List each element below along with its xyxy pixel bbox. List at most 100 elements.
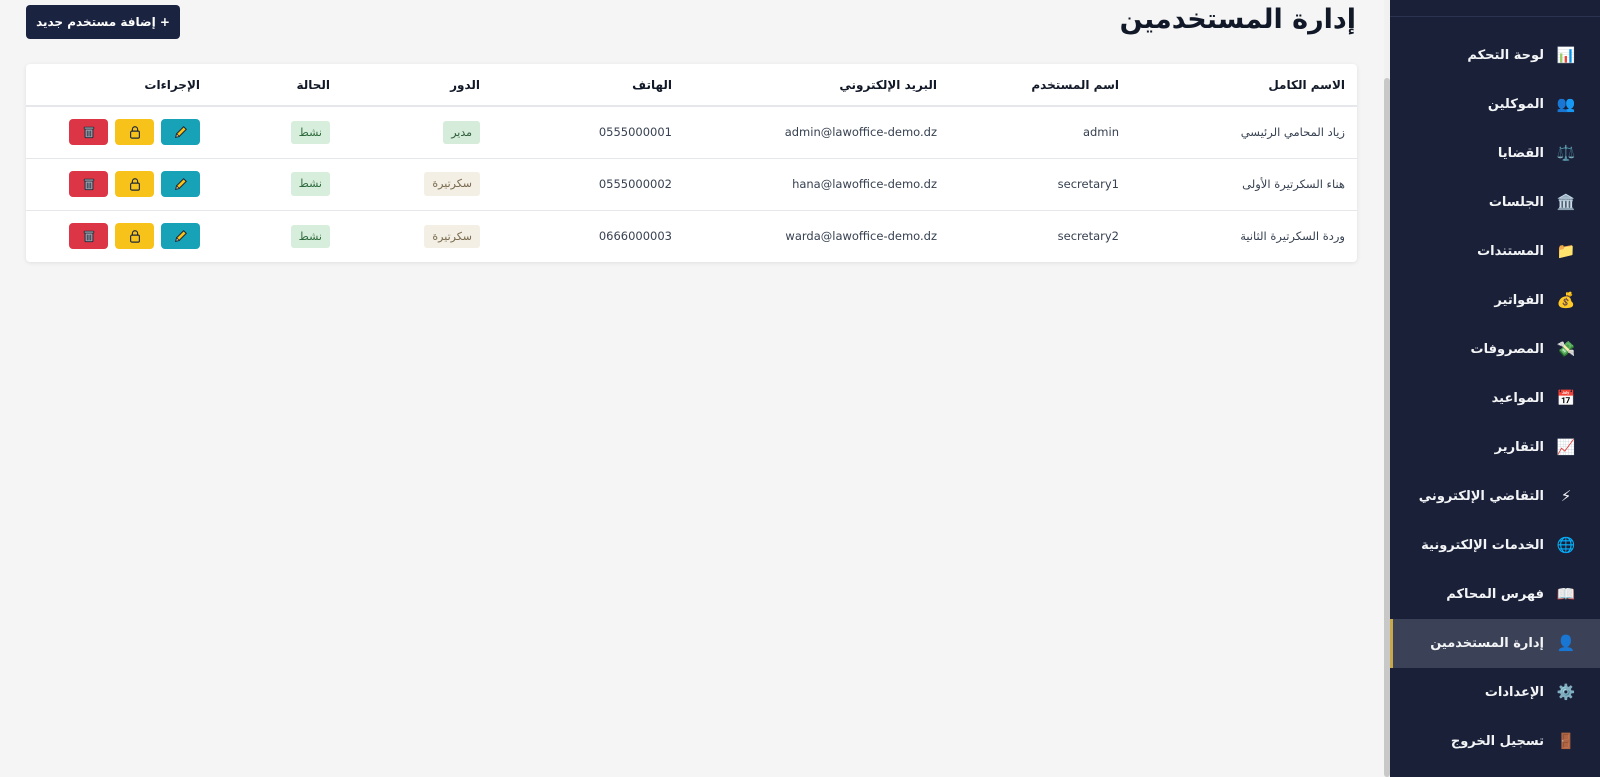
users-table: الاسم الكامل اسم المستخدم البريد الإلكتر… [26,64,1357,262]
role-badge: مدير [443,120,480,144]
cell-email: admin@lawoffice-demo.dz [684,106,949,159]
lock-user-button[interactable] [115,119,154,146]
header-status: الحالة [212,64,342,107]
sidebar-item-label: المصروفات [1470,342,1545,357]
pencil-icon [174,178,187,190]
delete-user-button[interactable] [69,223,108,250]
role-badge: سكرتيرة [424,224,480,248]
row-actions [38,119,200,146]
add-user-button[interactable]: + إضافة مستخدم جديد [26,5,180,39]
sidebar-item-label: فهرس المحاكم [1446,587,1544,602]
sidebar-item-label: التقارير [1494,440,1544,455]
sidebar-item-sessions[interactable]: 🏛️ الجلسات [1390,178,1600,227]
sidebar-item-logout[interactable]: 🚪 تسجيل الخروج [1390,717,1600,766]
row-actions [38,223,200,250]
cell-username: admin [949,106,1131,159]
header-phone: الهاتف [492,64,684,107]
money-bag-icon: 💰 [1556,291,1576,309]
lock-user-button[interactable] [115,223,154,250]
header-actions: الإجراءات [26,64,212,107]
sidebar-item-settings[interactable]: ⚙️ الإعدادات [1390,668,1600,717]
trash-icon [83,127,94,139]
globe-icon: 🌐 [1556,536,1576,554]
cell-status: نشط [212,106,342,159]
header-email: البريد الإلكتروني [684,64,949,107]
calendar-icon: 📅 [1556,389,1576,407]
pencil-icon [174,230,187,243]
cell-full-name: هناء السكرتيرة الأولى [1131,158,1357,211]
users-table-card: الاسم الكامل اسم المستخدم البريد الإلكتر… [26,64,1357,262]
cell-role: سكرتيرة [342,158,492,211]
cell-email: hana@lawoffice-demo.dz [684,158,949,211]
sidebar-item-clients[interactable]: 👥 الموكلين [1390,80,1600,129]
sidebar-item-label: الفواتير [1494,293,1544,308]
cell-status: نشط [212,158,342,211]
delete-user-button[interactable] [69,119,108,146]
sidebar-item-reports[interactable]: 📈 التقارير [1390,423,1600,472]
cell-actions [26,106,212,159]
sidebar-item-court-index[interactable]: 📖 فهرس المحاكم [1390,570,1600,619]
sidebar-item-documents[interactable]: 📁 المستندات [1390,227,1600,276]
sidebar-item-label: لوحة التحكم [1467,48,1544,63]
sidebar-item-appointments[interactable]: 📅 المواعيد [1390,374,1600,423]
lock-icon [129,126,140,139]
header-role: الدور [342,64,492,107]
edit-user-button[interactable] [161,171,200,197]
table-row: هناء السكرتيرة الأولى secretary1 hana@la… [26,158,1357,211]
delete-user-button[interactable] [69,171,108,197]
book-icon: 📖 [1556,585,1576,603]
trash-icon [83,231,94,243]
sidebar-item-label: الإعدادات [1484,685,1544,700]
sidebar-item-label: تسجيل الخروج [1450,734,1544,749]
lightning-icon: ⚡ [1560,487,1572,505]
folder-icon: 📁 [1556,242,1576,260]
status-badge: نشط [290,172,330,196]
table-row: زياد المحامي الرئيسي admin admin@lawoffi… [26,106,1357,159]
user-icon: 👤 [1556,634,1576,652]
money-wings-icon: 💸 [1556,340,1576,358]
sidebar-item-label: المستندات [1477,244,1544,259]
sidebar-item-e-litigation[interactable]: ⚡ التقاضي الإلكتروني [1390,472,1600,521]
courthouse-icon: 🏛️ [1556,193,1576,211]
sidebar-item-invoices[interactable]: 💰 الفواتير [1390,276,1600,325]
header-full-name: الاسم الكامل [1131,64,1357,107]
sidebar-item-cases[interactable]: ⚖️ القضايا [1390,129,1600,178]
sidebar-item-label: المواعيد [1491,391,1544,406]
main-content: إدارة المستخدمين + إضافة مستخدم جديد الا… [0,0,1384,777]
door-icon: 🚪 [1556,732,1576,750]
cell-status: نشط [212,210,342,262]
sidebar-item-label: إدارة المستخدمين [1430,636,1544,651]
lock-user-button[interactable] [115,171,154,197]
role-badge: سكرتيرة [424,172,480,196]
edit-user-button[interactable] [161,119,200,146]
cell-full-name: زياد المحامي الرئيسي [1131,106,1357,159]
page-title: إدارة المستخدمين [1119,4,1356,35]
cell-username: secretary1 [949,158,1131,211]
cell-actions [26,210,212,262]
clients-icon: 👥 [1556,95,1576,113]
header-username: اسم المستخدم [949,64,1131,107]
cell-actions [26,158,212,211]
row-actions [38,171,200,197]
edit-user-button[interactable] [161,223,200,250]
bar-chart-icon: 📊 [1556,46,1576,64]
sidebar-item-e-services[interactable]: 🌐 الخدمات الإلكترونية [1390,521,1600,570]
status-badge: نشط [290,120,330,144]
sidebar-item-expenses[interactable]: 💸 المصروفات [1390,325,1600,374]
pencil-icon [174,126,187,139]
sidebar-item-users[interactable]: 👤 إدارة المستخدمين [1390,619,1600,668]
sidebar-item-label: الموكلين [1487,97,1544,112]
trend-chart-icon: 📈 [1556,438,1576,456]
cell-full-name: وردة السكرتيرة الثانية [1240,229,1345,244]
sidebar-divider [1390,16,1600,17]
cell-role: مدير [342,106,492,159]
sidebar-item-dashboard[interactable]: 📊 لوحة التحكم [1390,31,1600,80]
scales-icon: ⚖️ [1556,144,1576,162]
lock-icon [129,230,140,243]
sidebar-item-label: القضايا [1497,146,1544,161]
cell-role: سكرتيرة [342,210,492,262]
sidebar-item-label: التقاضي الإلكتروني [1418,489,1544,504]
sidebar-nav: 📊 لوحة التحكم 👥 الموكلين ⚖️ القضايا 🏛️ الجلس… [1390,31,1600,766]
sidebar-item-label: الخدمات الإلكترونية [1421,538,1544,553]
app-root: إدارة المستخدمين + إضافة مستخدم جديد الا… [0,0,1600,777]
